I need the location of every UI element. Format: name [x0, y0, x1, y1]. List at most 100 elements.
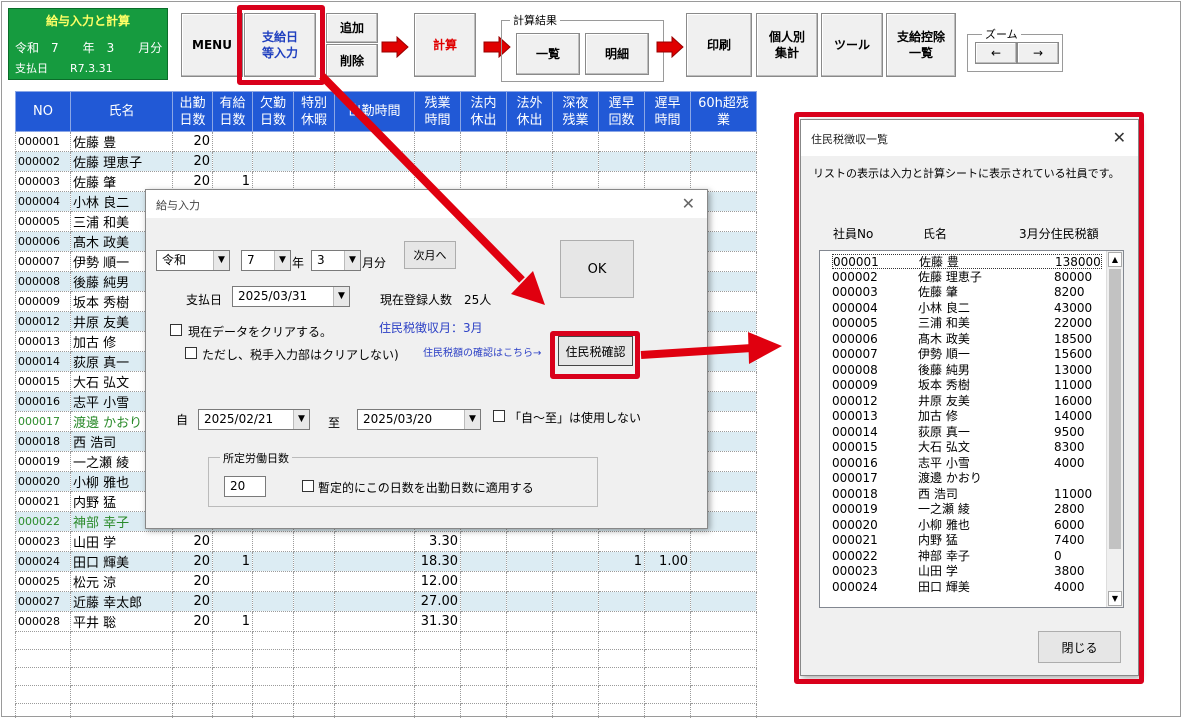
cell-no[interactable]: 000005 [15, 211, 71, 232]
cell-empty[interactable] [212, 685, 253, 704]
cell-work-days[interactable]: 20 [172, 611, 213, 632]
cell-nonlegal-holiday[interactable] [506, 611, 553, 632]
cell-over60[interactable] [690, 611, 757, 632]
cell-empty[interactable] [172, 685, 213, 704]
cell-absent-days[interactable] [252, 571, 294, 592]
cell-name[interactable]: 佐藤 理恵子 [70, 151, 173, 172]
cell-over60[interactable] [690, 551, 757, 572]
cell-paid-days[interactable]: 1 [212, 611, 253, 632]
cell-empty[interactable] [252, 649, 294, 668]
cell-empty[interactable] [70, 649, 173, 668]
cell-late-count[interactable] [598, 531, 645, 552]
cell-legal-holiday[interactable] [460, 551, 507, 572]
cell-over60[interactable] [690, 571, 757, 592]
cell-paid-days[interactable] [212, 591, 253, 612]
cell-empty[interactable] [252, 685, 294, 704]
cell-no[interactable]: 000027 [15, 591, 71, 612]
cell-empty[interactable] [293, 667, 335, 686]
cell-nonlegal-holiday[interactable] [506, 591, 553, 612]
cell-empty[interactable] [644, 703, 691, 718]
cell-over60[interactable] [690, 591, 757, 612]
chevron-down-icon[interactable]: ▼ [274, 251, 290, 270]
cell-name[interactable]: 田口 輝美 [70, 551, 173, 572]
cell-empty[interactable] [414, 649, 461, 668]
cell-work-hours[interactable] [334, 591, 415, 612]
cell-empty[interactable] [690, 703, 757, 718]
cell-work-days[interactable]: 20 [172, 551, 213, 572]
cell-empty[interactable] [293, 631, 335, 650]
apply-days-checkbox[interactable] [302, 480, 314, 492]
cell-empty[interactable] [598, 685, 645, 704]
cell-empty[interactable] [212, 703, 253, 718]
cell-empty[interactable] [15, 703, 71, 718]
cell-empty[interactable] [252, 631, 294, 650]
chevron-down-icon[interactable]: ▼ [333, 287, 349, 306]
cell-late-hours[interactable] [644, 571, 691, 592]
cell-work-hours[interactable] [334, 571, 415, 592]
cell-empty[interactable] [460, 667, 507, 686]
cell-empty[interactable] [690, 685, 757, 704]
cell-late-count[interactable] [598, 151, 645, 172]
cell-late-hours[interactable]: 1.00 [644, 551, 691, 572]
cell-empty[interactable] [690, 667, 757, 686]
zoom-out-button[interactable]: ← [975, 42, 1017, 64]
cell-empty[interactable] [70, 703, 173, 718]
cell-legal-holiday[interactable] [460, 131, 507, 152]
cell-empty[interactable] [15, 685, 71, 704]
cell-late-count[interactable] [598, 611, 645, 632]
cell-empty[interactable] [644, 685, 691, 704]
cell-no[interactable]: 000007 [15, 251, 71, 272]
cell-empty[interactable] [644, 667, 691, 686]
cell-empty[interactable] [172, 703, 213, 718]
cell-over60[interactable] [690, 131, 757, 152]
cell-overtime[interactable]: 31.30 [414, 611, 461, 632]
cell-late-count[interactable] [598, 571, 645, 592]
cell-night-ot[interactable] [552, 611, 599, 632]
cell-empty[interactable] [552, 631, 599, 650]
cell-special-leave[interactable] [293, 131, 335, 152]
cell-empty[interactable] [172, 631, 213, 650]
cell-name[interactable]: 山田 学 [70, 531, 173, 552]
cell-no[interactable]: 000004 [15, 191, 71, 212]
cell-work-hours[interactable] [334, 151, 415, 172]
cell-late-count[interactable]: 1 [598, 551, 645, 572]
cell-empty[interactable] [460, 703, 507, 718]
cell-no[interactable]: 000020 [15, 471, 71, 492]
cell-absent-days[interactable] [252, 551, 294, 572]
cell-overtime[interactable] [414, 131, 461, 152]
cell-nonlegal-holiday[interactable] [506, 551, 553, 572]
ok-button[interactable]: OK [560, 240, 634, 298]
cell-empty[interactable] [552, 649, 599, 668]
to-date-select[interactable]: 2025/03/20 ▼ [357, 409, 481, 430]
cell-over60[interactable] [690, 151, 757, 172]
cell-overtime[interactable] [414, 151, 461, 172]
cell-night-ot[interactable] [552, 571, 599, 592]
cell-special-leave[interactable] [293, 571, 335, 592]
cell-empty[interactable] [212, 631, 253, 650]
cell-empty[interactable] [506, 703, 553, 718]
keep-tax-checkbox[interactable] [185, 347, 197, 359]
no-range-checkbox[interactable] [493, 410, 505, 422]
cell-paid-days[interactable] [212, 131, 253, 152]
cell-nonlegal-holiday[interactable] [506, 531, 553, 552]
cell-late-count[interactable] [598, 131, 645, 152]
cell-empty[interactable] [252, 703, 294, 718]
cell-absent-days[interactable] [252, 131, 294, 152]
cell-empty[interactable] [334, 649, 415, 668]
cell-empty[interactable] [172, 649, 213, 668]
chevron-down-icon[interactable]: ▼ [213, 251, 229, 270]
cell-empty[interactable] [252, 667, 294, 686]
era-select[interactable]: 令和 ▼ [156, 250, 230, 271]
cell-no[interactable]: 000016 [15, 391, 71, 412]
cell-no[interactable]: 000001 [15, 131, 71, 152]
cell-name[interactable]: 近藤 幸太郎 [70, 591, 173, 612]
cell-night-ot[interactable] [552, 131, 599, 152]
cell-empty[interactable] [552, 703, 599, 718]
cell-nonlegal-holiday[interactable] [506, 151, 553, 172]
cell-special-leave[interactable] [293, 551, 335, 572]
cell-work-hours[interactable] [334, 531, 415, 552]
cell-work-hours[interactable] [334, 611, 415, 632]
cell-empty[interactable] [690, 631, 757, 650]
cell-work-hours[interactable] [334, 131, 415, 152]
cell-over60[interactable] [690, 531, 757, 552]
